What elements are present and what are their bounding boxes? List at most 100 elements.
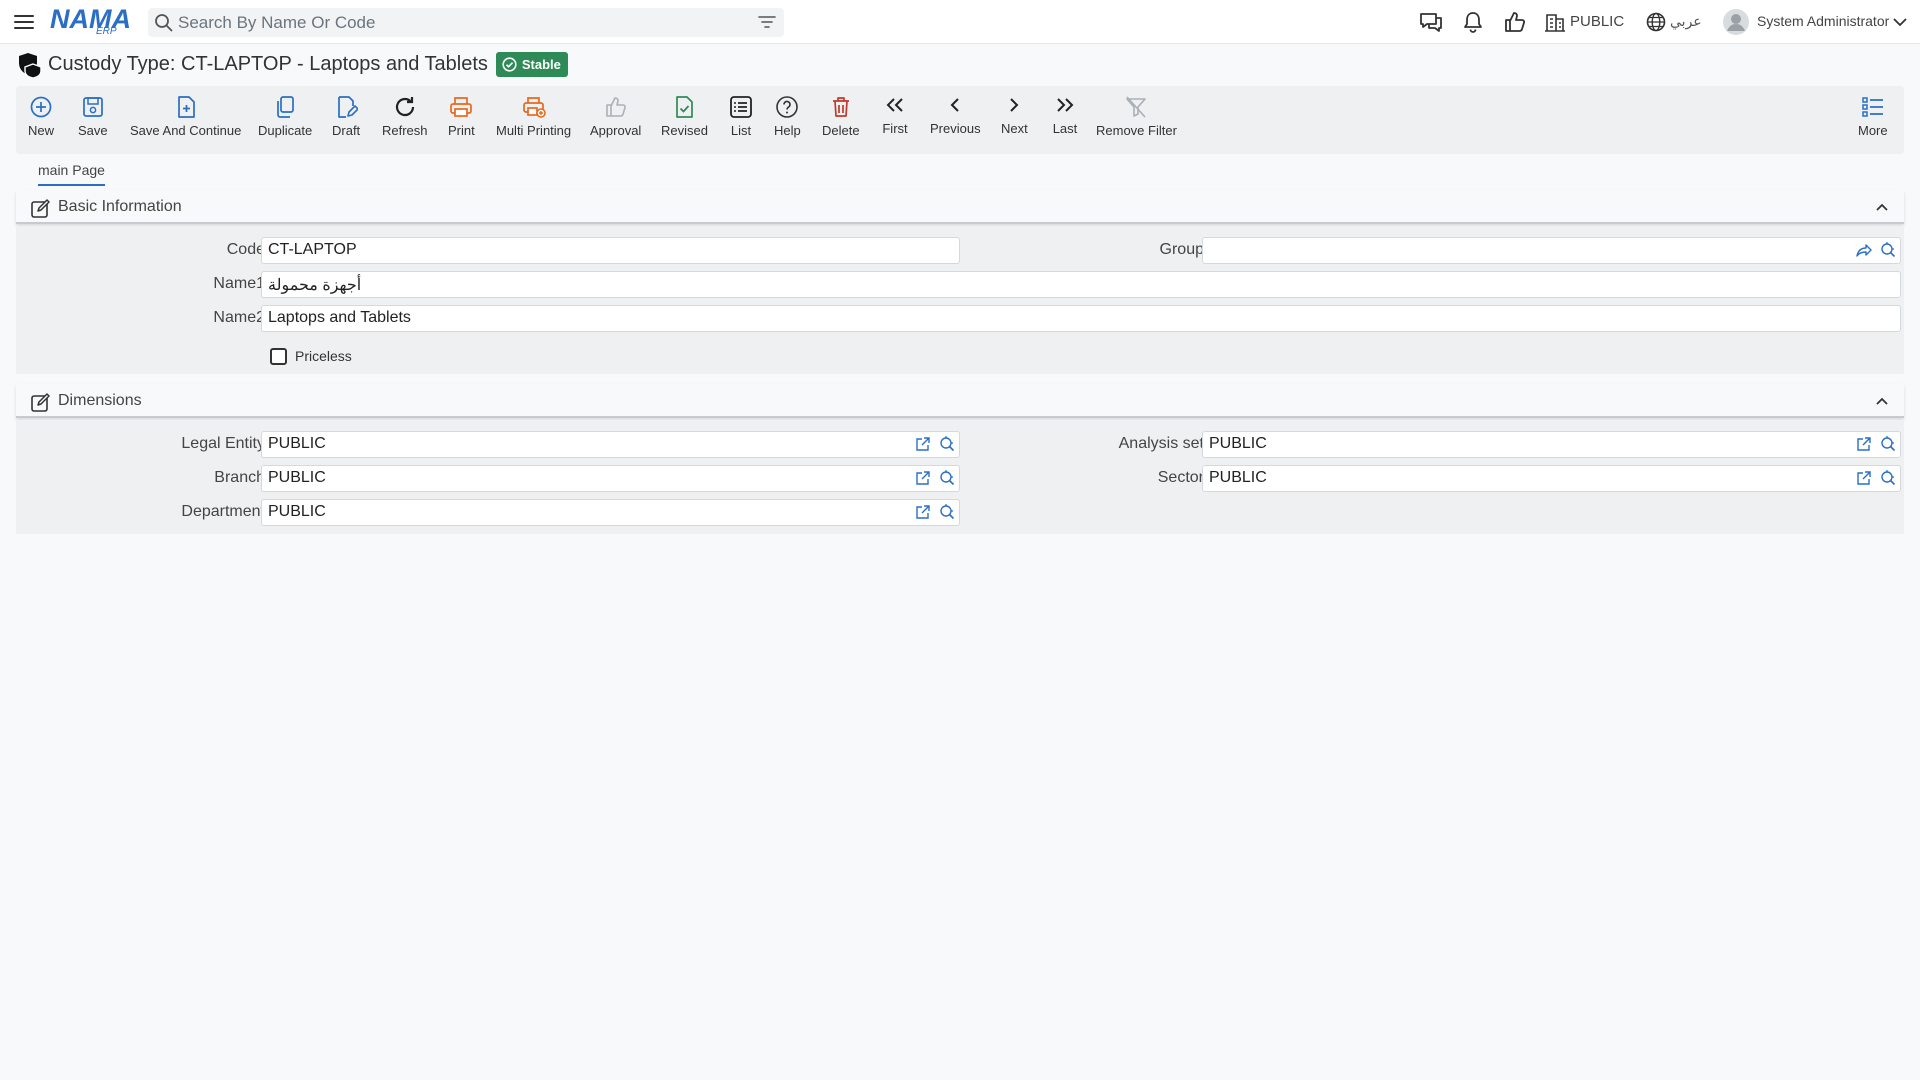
chevron-down-icon[interactable] bbox=[1892, 10, 1908, 34]
more-button-label: More bbox=[1858, 123, 1888, 138]
double-chevron-left-icon bbox=[886, 98, 903, 112]
search-refresh-icon[interactable] bbox=[939, 436, 955, 452]
external-link-icon[interactable] bbox=[915, 470, 931, 486]
save-and-continue-button[interactable]: Save And Continue bbox=[130, 94, 241, 150]
building-icon bbox=[1545, 14, 1565, 32]
external-link-icon[interactable] bbox=[1856, 436, 1872, 452]
help-button-label: Help bbox=[774, 123, 801, 138]
revised-icon bbox=[676, 96, 694, 118]
legal-entity-field[interactable]: PUBLIC bbox=[261, 431, 960, 458]
list-icon bbox=[730, 96, 752, 118]
tab-main-page[interactable]: main Page bbox=[38, 162, 105, 186]
globe-icon bbox=[1646, 12, 1666, 32]
basic-information-header[interactable]: Basic Information bbox=[16, 190, 1904, 224]
external-link-icon[interactable] bbox=[915, 436, 931, 452]
refresh-button-label: Refresh bbox=[382, 123, 428, 138]
edit-icon bbox=[31, 199, 50, 218]
draft-button[interactable]: Draft bbox=[332, 94, 360, 150]
search-refresh-icon[interactable] bbox=[1880, 242, 1896, 258]
remove-filter-button[interactable]: Remove Filter bbox=[1096, 94, 1177, 150]
logo-main-text: NAMA bbox=[50, 4, 131, 34]
top-bar: NAMA ERP PUBLIC عربي System Administrato… bbox=[0, 0, 1920, 44]
multi-print-icon bbox=[522, 97, 546, 118]
draft-button-label: Draft bbox=[332, 123, 361, 138]
chevron-left-icon bbox=[950, 98, 959, 112]
search-refresh-icon[interactable] bbox=[939, 504, 955, 520]
name2-field[interactable]: Laptops and Tablets bbox=[261, 305, 1901, 332]
name1-field[interactable]: أجهزة محمولة bbox=[261, 271, 1901, 298]
help-button[interactable]: Help bbox=[774, 94, 801, 150]
more-list-icon bbox=[1862, 97, 1883, 117]
branch-label: Branch bbox=[214, 469, 265, 486]
status-badge-label: Stable bbox=[521, 56, 561, 72]
plus-circle-icon bbox=[30, 96, 52, 118]
external-link-icon[interactable] bbox=[915, 504, 931, 520]
save-continue-icon bbox=[177, 96, 195, 118]
group-field[interactable] bbox=[1202, 237, 1901, 264]
next-button[interactable]: Next bbox=[1001, 92, 1028, 148]
search-input[interactable] bbox=[178, 12, 738, 33]
legal-entity-value: PUBLIC bbox=[268, 435, 326, 452]
filter-off-icon bbox=[1126, 96, 1147, 118]
dimensions-body: Legal Entity PUBLIC Analysis set PUBLIC … bbox=[16, 420, 1904, 534]
analysis-set-field[interactable]: PUBLIC bbox=[1202, 431, 1901, 458]
name1-value: أجهزة محمولة bbox=[268, 277, 362, 294]
search-icon bbox=[155, 14, 173, 32]
duplicate-button[interactable]: Duplicate bbox=[258, 94, 312, 150]
sector-field[interactable]: PUBLIC bbox=[1202, 465, 1901, 492]
search-refresh-icon[interactable] bbox=[939, 470, 955, 486]
branch-field[interactable]: PUBLIC bbox=[261, 465, 960, 492]
approval-button[interactable]: Approval bbox=[590, 94, 641, 150]
group-label: Group bbox=[1159, 241, 1204, 258]
previous-button[interactable]: Previous bbox=[930, 92, 981, 148]
more-button[interactable]: More bbox=[1858, 94, 1888, 150]
delete-button-label: Delete bbox=[822, 123, 860, 138]
multi-printing-button[interactable]: Multi Printing bbox=[496, 94, 571, 150]
company-selector[interactable]: PUBLIC bbox=[1570, 13, 1624, 30]
delete-button[interactable]: Delete bbox=[822, 94, 860, 150]
action-toolbar: New Save Save And Continue Duplicate Dra… bbox=[16, 86, 1904, 154]
search-refresh-icon[interactable] bbox=[1880, 470, 1896, 486]
print-icon bbox=[450, 97, 473, 117]
refresh-button[interactable]: Refresh bbox=[382, 94, 428, 150]
external-link-icon[interactable] bbox=[1856, 470, 1872, 486]
chevron-up-icon[interactable] bbox=[1874, 200, 1890, 214]
share-icon[interactable] bbox=[1856, 242, 1872, 258]
filter-lines-icon[interactable] bbox=[758, 14, 776, 30]
remove-filter-label: Remove Filter bbox=[1096, 123, 1177, 138]
chevron-up-icon[interactable] bbox=[1874, 394, 1890, 408]
app-logo[interactable]: NAMA ERP bbox=[50, 4, 132, 38]
code-field[interactable]: CT-LAPTOP bbox=[261, 237, 960, 264]
duplicate-button-label: Duplicate bbox=[258, 123, 313, 138]
search-refresh-icon[interactable] bbox=[1880, 436, 1896, 452]
department-label: Department bbox=[181, 503, 265, 520]
branch-value: PUBLIC bbox=[268, 469, 326, 486]
user-name[interactable]: System Administrator bbox=[1757, 13, 1889, 29]
revised-button-label: Revised bbox=[661, 123, 708, 138]
refresh-icon bbox=[395, 97, 414, 117]
shield-icon bbox=[19, 53, 42, 78]
first-button-label: First bbox=[882, 121, 908, 136]
bell-icon[interactable] bbox=[1460, 10, 1486, 34]
previous-button-label: Previous bbox=[930, 121, 981, 136]
thumbs-up-icon[interactable] bbox=[1502, 10, 1528, 34]
first-button[interactable]: First bbox=[882, 92, 908, 148]
list-button[interactable]: List bbox=[728, 94, 754, 150]
user-avatar-icon[interactable] bbox=[1722, 8, 1750, 36]
chevron-right-icon bbox=[1010, 98, 1019, 112]
department-field[interactable]: PUBLIC bbox=[261, 499, 960, 526]
save-and-continue-label: Save And Continue bbox=[130, 123, 242, 138]
print-button[interactable]: Print bbox=[448, 94, 475, 150]
priceless-checkbox[interactable] bbox=[270, 348, 287, 365]
check-circle-icon bbox=[502, 56, 517, 72]
language-switch[interactable]: عربي bbox=[1670, 13, 1702, 30]
dimensions-header[interactable]: Dimensions bbox=[16, 384, 1904, 418]
hamburger-menu-icon[interactable] bbox=[12, 10, 36, 34]
basic-information-title: Basic Information bbox=[58, 198, 182, 215]
new-button[interactable]: New bbox=[28, 94, 54, 150]
last-button[interactable]: Last bbox=[1052, 92, 1078, 148]
save-button[interactable]: Save bbox=[78, 94, 108, 150]
chat-icon[interactable] bbox=[1418, 10, 1444, 34]
department-value: PUBLIC bbox=[268, 503, 326, 520]
revised-button[interactable]: Revised bbox=[661, 94, 708, 150]
